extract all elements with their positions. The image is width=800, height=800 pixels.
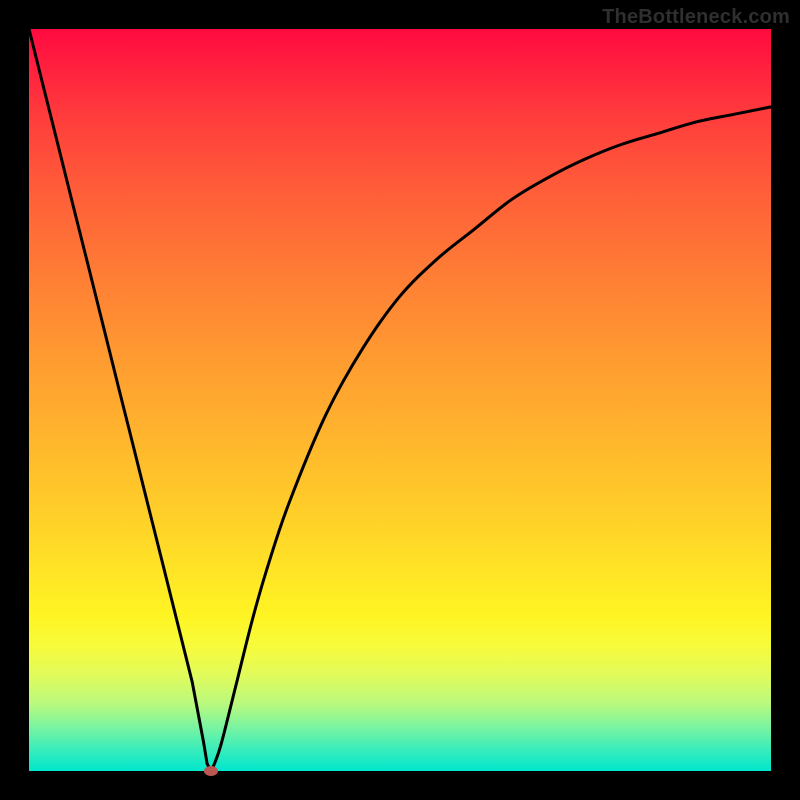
curve-right-limb [211,107,771,771]
plot-area [29,29,771,771]
curve-left-limb [29,29,211,771]
watermark-text: TheBottleneck.com [602,6,790,29]
chart-stage: TheBottleneck.com [0,0,800,800]
bottleneck-curve [29,29,771,771]
optimal-point-marker [204,766,218,776]
